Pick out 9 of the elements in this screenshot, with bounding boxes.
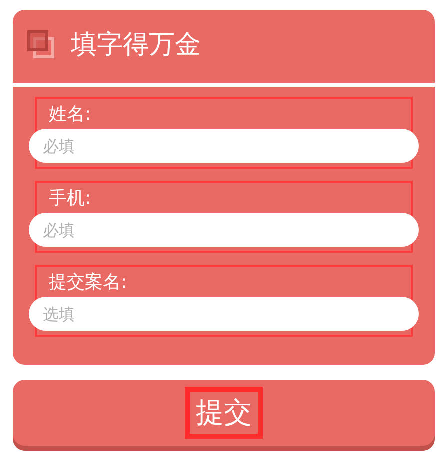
header-title: 填字得万金 xyxy=(71,28,201,62)
input-field[interactable]: 必填 xyxy=(29,129,419,163)
squares-icon xyxy=(27,30,57,60)
field-label: 提交案名: xyxy=(48,271,128,295)
submit-button[interactable]: 提交 xyxy=(13,380,435,446)
input-field[interactable]: 选填 xyxy=(29,297,419,331)
field-label: 姓名: xyxy=(48,103,92,127)
input-field[interactable]: 必填 xyxy=(29,213,419,247)
field-label: 手机: xyxy=(48,187,92,211)
